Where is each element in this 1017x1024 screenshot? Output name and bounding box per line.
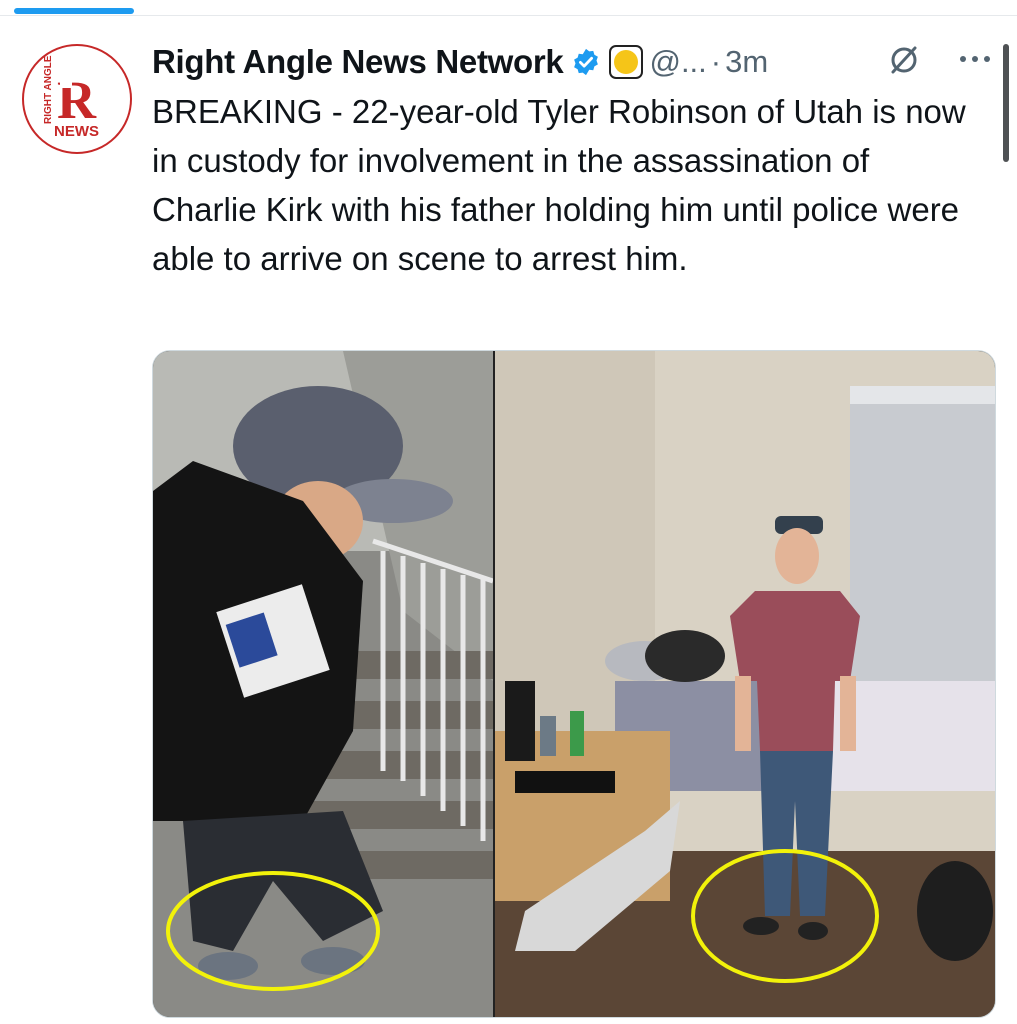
right-angle-news-logo: RIGHT ANGLE R NEWS [43,55,99,140]
logo-side-text: RIGHT ANGLE [43,55,54,124]
tweet-text: BREAKING - 22-year-old Tyler Robinson of… [152,93,966,277]
divider [0,15,1017,16]
logo-bottom-text: NEWS [54,123,99,140]
avatar[interactable]: RIGHT ANGLE R NEWS [22,44,132,154]
grok-icon[interactable] [888,44,920,81]
verified-badge-icon [571,47,601,77]
author-handle[interactable]: @... [649,44,706,80]
surveillance-photo[interactable] [153,351,493,1017]
dorm-room-photo[interactable] [495,351,995,1017]
yellow-circle-badge-icon [609,45,644,79]
author-name[interactable]: Right Angle News Network [152,43,564,81]
top-tab-indicator [14,8,134,14]
post-time[interactable]: 3m [725,44,768,80]
tweet-header: Right Angle News Network @... · 3m [152,40,768,84]
scrollbar[interactable] [1003,44,1009,162]
more-dots-icon[interactable] [958,52,992,70]
tweet-media[interactable] [152,350,996,1018]
separator-dot: · [710,44,722,79]
